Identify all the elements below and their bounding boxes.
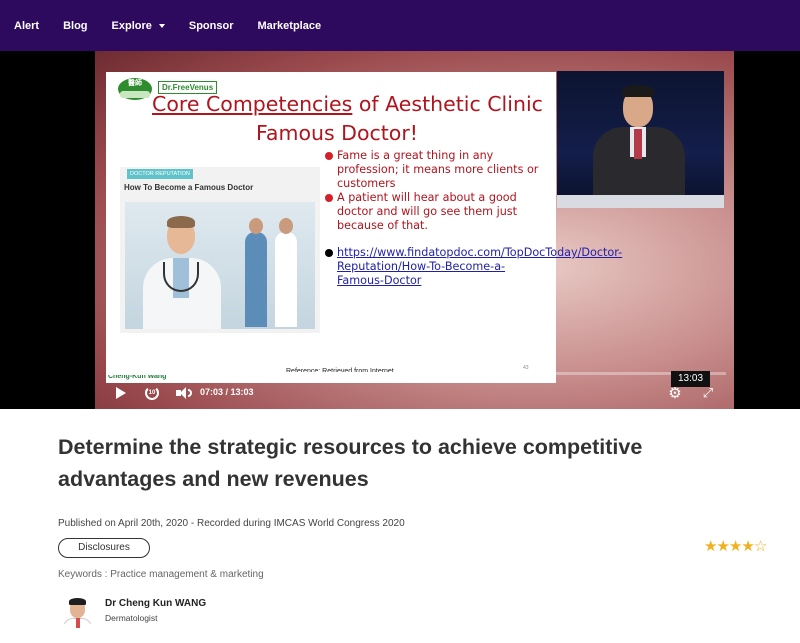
progress-bar[interactable] bbox=[106, 372, 726, 375]
video-frame[interactable]: 醫師 Dr.FreeVenus Core Competencies of Aes… bbox=[95, 51, 734, 409]
rewind-10-icon: 10 bbox=[145, 386, 159, 400]
star-empty-icon[interactable]: ☆ bbox=[754, 538, 767, 555]
nav-blog[interactable]: Blog bbox=[63, 20, 87, 32]
slide-link: https://www.findatopdoc.com/TopDocToday/… bbox=[337, 246, 623, 287]
nav-marketplace[interactable]: Marketplace bbox=[258, 20, 322, 32]
fullscreen-button[interactable]: ⤢ bbox=[700, 384, 716, 402]
card-title: How To Become a Famous Doctor bbox=[124, 183, 254, 192]
slide-link-bullet: https://www.findatopdoc.com/TopDocToday/… bbox=[325, 246, 622, 288]
volume-button[interactable] bbox=[176, 384, 192, 402]
rating-stars[interactable]: ★★★★☆ bbox=[704, 537, 767, 555]
nav-sponsor-label: Sponsor bbox=[188, 19, 234, 32]
nav-sponsor[interactable]: Sponsor bbox=[189, 20, 234, 32]
play-icon bbox=[116, 387, 126, 399]
timecode: 07:03 / 13:03 bbox=[200, 387, 254, 397]
keywords: Keywords : Practice management & marketi… bbox=[58, 569, 264, 580]
fullscreen-icon: ⤢ bbox=[702, 385, 714, 400]
star-filled-icon[interactable]: ★ bbox=[729, 538, 742, 555]
doctor-photo bbox=[125, 202, 315, 329]
gear-icon: ⚙ bbox=[668, 385, 682, 402]
progress-fill bbox=[106, 372, 441, 375]
author-role: Dermatologist bbox=[105, 613, 158, 623]
nav-blog-label: Blog bbox=[63, 19, 88, 32]
rewind-10-button[interactable]: 10 bbox=[143, 384, 161, 402]
video-title: Determine the strategic resources to ach… bbox=[58, 435, 643, 491]
nav-explore-label: Explore bbox=[111, 19, 152, 32]
presentation-slide: 醫師 Dr.FreeVenus Core Competencies of Aes… bbox=[106, 72, 622, 383]
nav-alert[interactable]: Alert bbox=[14, 20, 39, 32]
card-tag: DOCTOR REPUTATION bbox=[127, 169, 193, 179]
avatar[interactable] bbox=[60, 595, 95, 630]
slide-title-line2: Famous Doctor! bbox=[256, 121, 418, 145]
slide-title-line1: Core Competencies of Aesthetic Clinic bbox=[152, 92, 543, 116]
chevron-down-icon bbox=[158, 23, 165, 28]
disclosures-button[interactable]: Disclosures bbox=[58, 538, 150, 558]
speaker-video-inset bbox=[557, 71, 724, 208]
clinic-seal-logo: 醫師 bbox=[118, 78, 152, 100]
star-filled-icon[interactable]: ★ bbox=[704, 538, 717, 555]
star-filled-icon[interactable]: ★ bbox=[716, 538, 729, 555]
article-card: DOCTOR REPUTATION How To Become a Famous… bbox=[120, 167, 320, 333]
nav-marketplace-label: Marketplace bbox=[257, 19, 322, 32]
top-nav: Alert Blog Explore Sponsor Marketplace bbox=[0, 0, 800, 51]
slide-bullet: Fame is a great thing in any profession;… bbox=[325, 149, 550, 191]
settings-button[interactable]: ⚙ bbox=[667, 384, 683, 402]
author-name[interactable]: Dr Cheng Kun WANG bbox=[105, 598, 206, 609]
star-filled-icon[interactable]: ★ bbox=[741, 538, 754, 555]
video-player[interactable]: 醫師 Dr.FreeVenus Core Competencies of Aes… bbox=[0, 51, 800, 409]
slide-bullet: A patient will hear about a good doctor … bbox=[325, 191, 550, 233]
nav-explore[interactable]: Explore bbox=[112, 20, 165, 32]
published-info: Published on April 20th, 2020 - Recorded… bbox=[58, 518, 405, 529]
slide-bullets: Fame is a great thing in any profession;… bbox=[325, 149, 622, 288]
slide-page-number: 43 bbox=[523, 365, 529, 371]
play-button[interactable] bbox=[114, 384, 128, 402]
nav-alert-label: Alert bbox=[14, 19, 40, 32]
